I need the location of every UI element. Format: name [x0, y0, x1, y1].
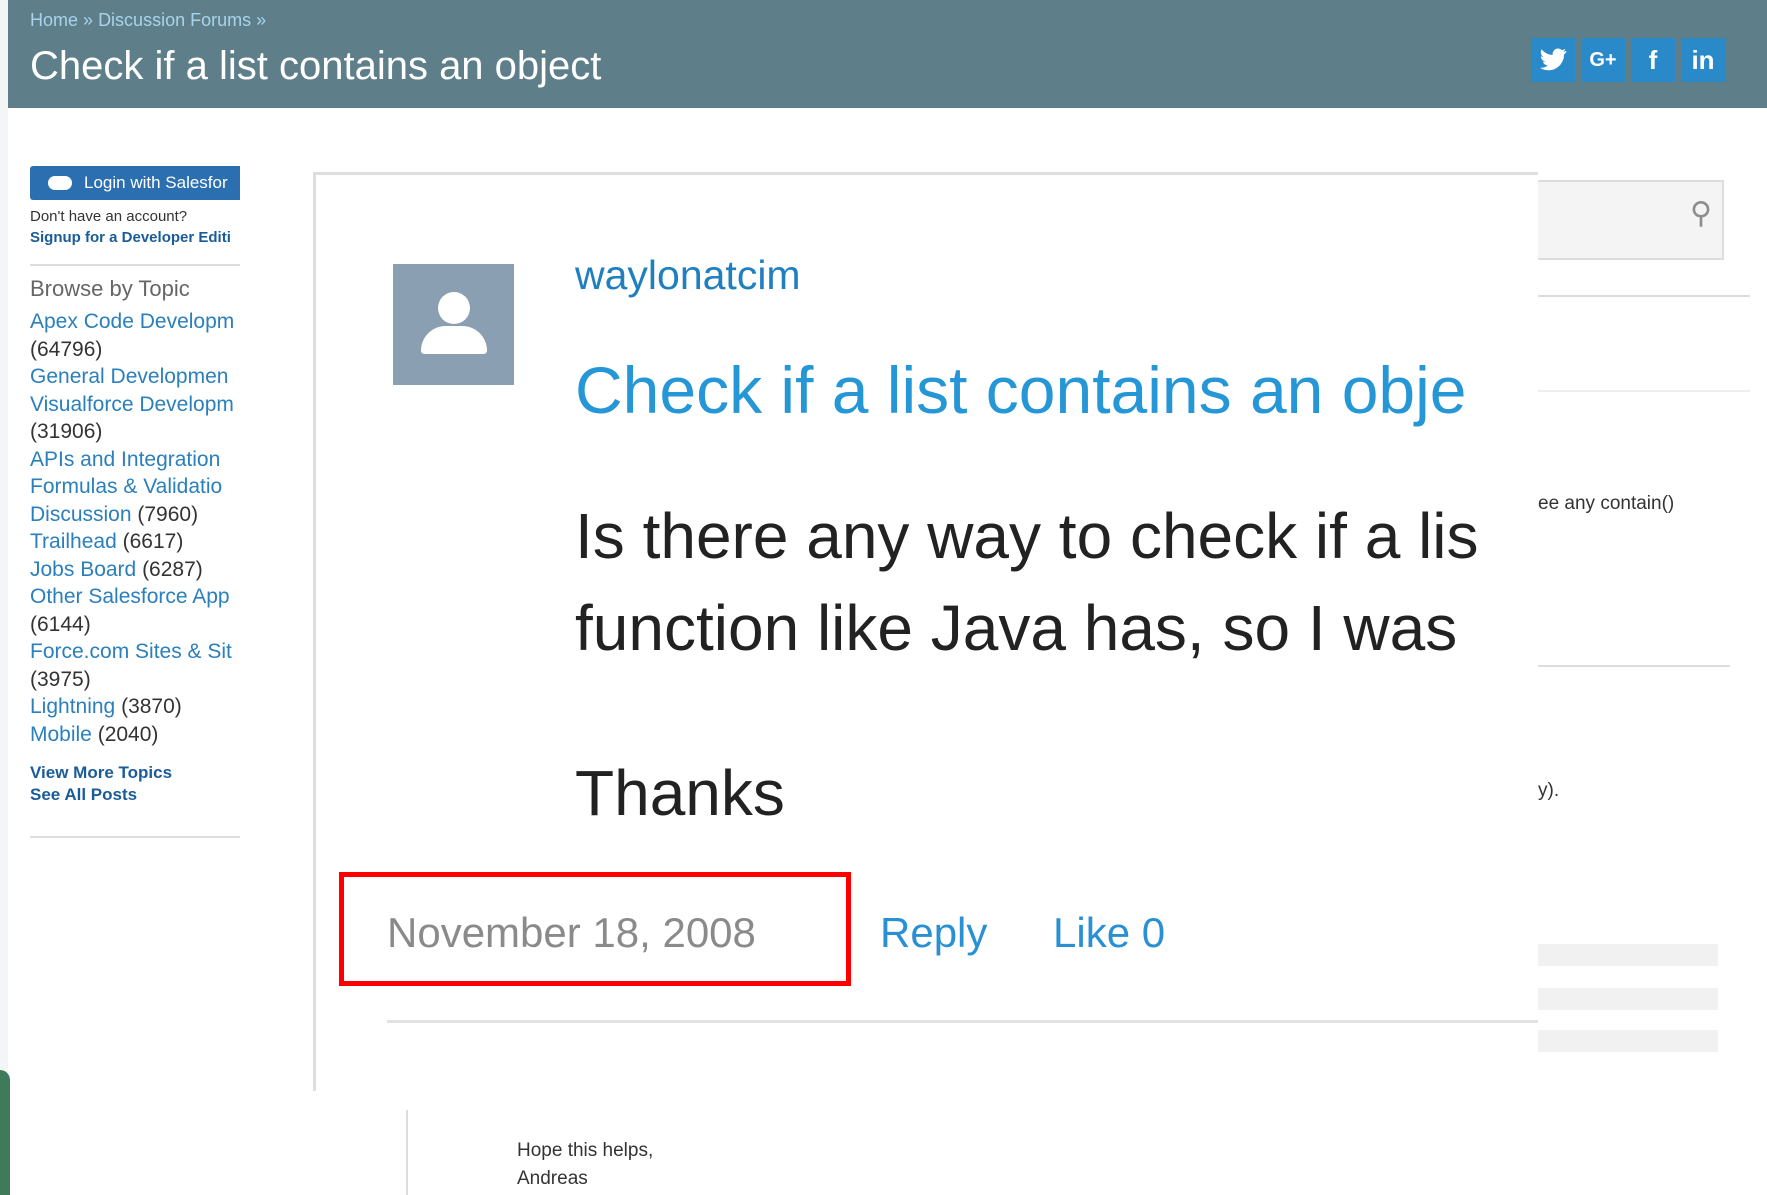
- login-with-salesforce-button[interactable]: Login with Salesfor: [30, 166, 250, 200]
- page-header: Home » Discussion Forums » Check if a li…: [8, 0, 1767, 108]
- code-block-line: [1538, 988, 1718, 1010]
- answer-text-fragment: ee any contain(): [1538, 493, 1675, 514]
- user-avatar[interactable]: [393, 264, 514, 385]
- topic-line: (31906): [30, 420, 103, 443]
- left-sidebar: Login with Salesfor Don't have an accoun…: [30, 166, 260, 848]
- social-share-bar: G+ f in: [1531, 38, 1725, 82]
- like-link[interactable]: Like 0: [1053, 909, 1165, 957]
- topic-line: (6144): [30, 612, 91, 636]
- sidebar-divider: [30, 264, 260, 266]
- browse-by-topic-heading: Browse by Topic: [30, 276, 190, 301]
- post-divider: [387, 1020, 1538, 1023]
- breadcrumb: Home » Discussion Forums »: [30, 10, 266, 31]
- post-body-line: function like Java has, so I was: [575, 592, 1458, 664]
- salesforce-cloud-icon: [48, 176, 72, 190]
- topic-line[interactable]: Other Salesforce App: [30, 583, 240, 611]
- post-closing: Thanks: [575, 757, 785, 829]
- topic-line[interactable]: Discussion (7960): [30, 501, 240, 529]
- no-account-text: Don't have an account?: [30, 208, 188, 225]
- date-highlight-box: [339, 872, 851, 986]
- post-author-link[interactable]: waylonatcim: [575, 252, 801, 299]
- topic-line: (64796): [30, 337, 103, 361]
- topic-line[interactable]: Mobile (2040): [30, 721, 240, 749]
- page-title: Check if a list contains an object: [30, 44, 602, 88]
- left-edge: [0, 0, 8, 1195]
- reply-link[interactable]: Reply: [880, 909, 987, 957]
- twitter-icon[interactable]: [1531, 38, 1575, 82]
- see-all-posts-link[interactable]: See All Posts: [30, 784, 260, 806]
- breadcrumb-separator: »: [83, 10, 94, 30]
- topic-line[interactable]: Trailhead (6617): [30, 528, 240, 556]
- breadcrumb-home[interactable]: Home: [30, 10, 78, 30]
- facebook-icon[interactable]: f: [1631, 38, 1675, 82]
- search-icon[interactable]: ⚲: [1690, 196, 1712, 231]
- post-body: Is there any way to check if a lis funct…: [575, 490, 1479, 674]
- content-divider: [1530, 295, 1750, 297]
- post-title: Check if a list contains an obje: [575, 353, 1467, 427]
- content-divider: [1520, 665, 1730, 667]
- topic-line[interactable]: Visualforce Developm: [30, 391, 240, 419]
- login-button-label: Login with Salesfor: [84, 173, 228, 192]
- topic-line[interactable]: Jobs Board (6287): [30, 556, 240, 584]
- content-divider: [1520, 390, 1750, 392]
- topic-line[interactable]: Formulas & Validatio: [30, 473, 240, 501]
- avatar-body: [421, 326, 487, 354]
- answer-text-fragment: y).: [1538, 780, 1560, 801]
- post-body-line: Is there any way to check if a lis: [575, 500, 1479, 572]
- topic-line[interactable]: Force.com Sites & Sit: [30, 638, 240, 666]
- plant-decoration: [0, 1070, 10, 1195]
- code-block-line: [1538, 1030, 1718, 1052]
- topic-line[interactable]: APIs and Integration: [30, 446, 240, 474]
- topic-line: (3975): [30, 667, 91, 691]
- content-border: [406, 1110, 408, 1195]
- signup-link[interactable]: Signup for a Developer Editi: [30, 229, 260, 246]
- answer-closing-line: Hope this helps,: [517, 1140, 654, 1161]
- topic-line[interactable]: Apex Code Developm: [30, 308, 240, 336]
- avatar-head: [438, 292, 470, 324]
- topic-line[interactable]: Lightning (3870): [30, 693, 240, 721]
- view-more-topics-link[interactable]: View More Topics: [30, 762, 260, 784]
- breadcrumb-discussion-forums[interactable]: Discussion Forums: [98, 10, 251, 30]
- answer-signature: Andreas: [517, 1168, 588, 1189]
- breadcrumb-separator: »: [256, 10, 267, 30]
- sidebar-divider: [30, 836, 260, 838]
- code-block-line: [1538, 944, 1718, 966]
- topic-line[interactable]: General Developmen: [30, 363, 240, 391]
- google-plus-icon[interactable]: G+: [1581, 38, 1625, 82]
- linkedin-icon[interactable]: in: [1681, 38, 1725, 82]
